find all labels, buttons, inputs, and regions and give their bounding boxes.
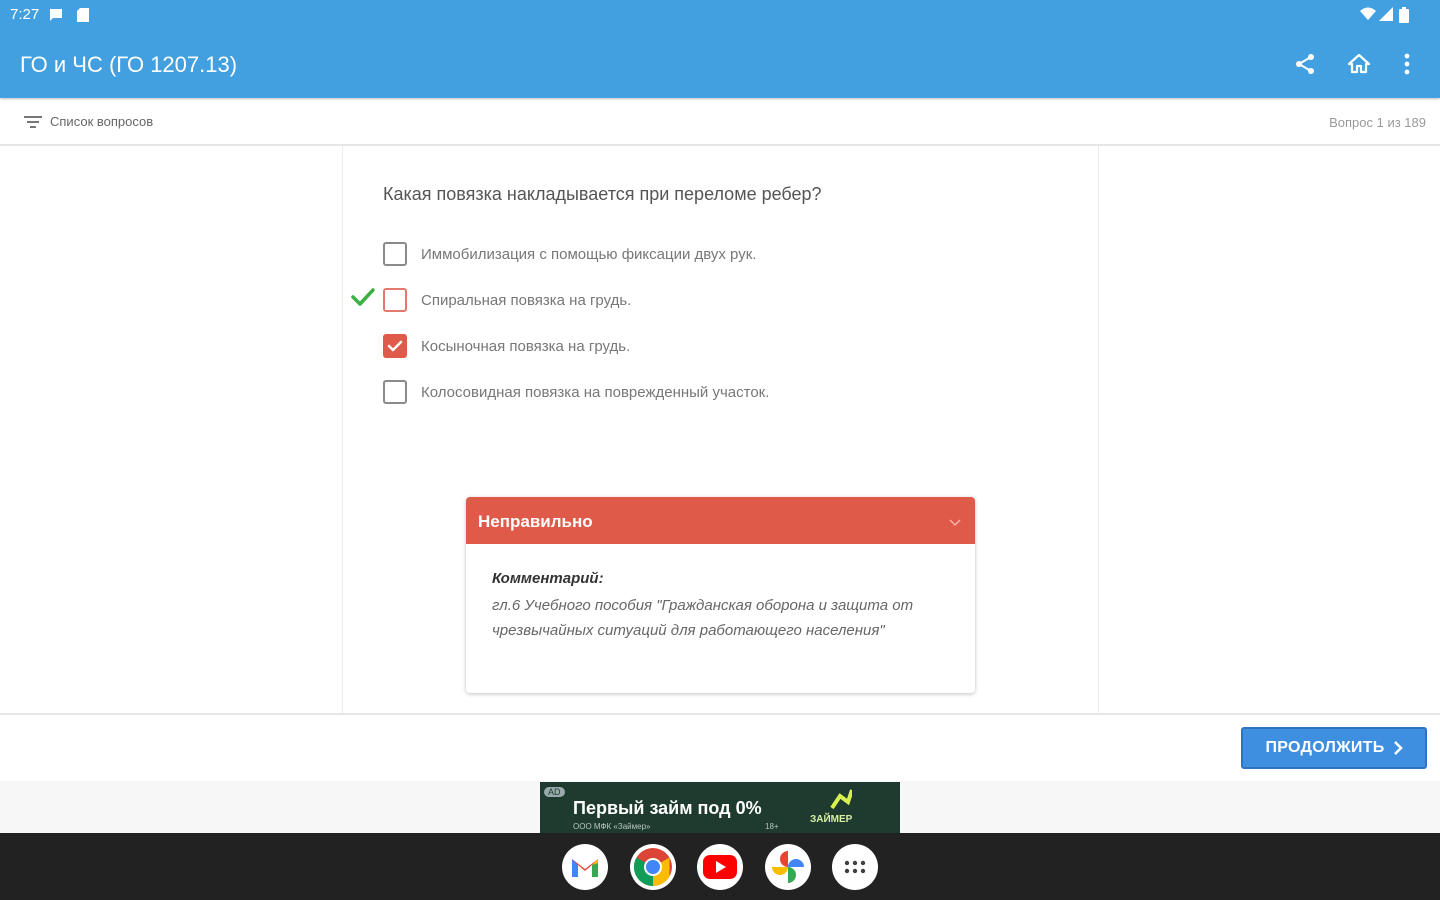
question-text: Какая повязка накладывается при переломе… xyxy=(383,184,822,204)
answer-label: Иммобилизация с помощью фиксации двух ру… xyxy=(421,245,757,263)
wifi-icon xyxy=(1360,7,1376,26)
ad-age: 18+ xyxy=(765,822,779,831)
app-title: ГО и ЧС (ГО 1207.13) xyxy=(20,52,238,77)
status-bar: 7:27 xyxy=(0,0,1440,30)
chevron-right-icon xyxy=(1393,741,1403,755)
answer-checkbox[interactable] xyxy=(383,242,407,266)
home-icon[interactable] xyxy=(1345,50,1373,78)
answer-checkbox[interactable] xyxy=(383,380,407,404)
ad-banner[interactable]: AD Первый займ под 0% ООО МФК «Займер» 1… xyxy=(540,782,900,833)
ad-logo-icon xyxy=(828,788,854,815)
youtube-icon[interactable] xyxy=(697,844,743,890)
navigation-dock xyxy=(0,833,1440,900)
gmail-icon[interactable] xyxy=(562,844,608,890)
answer-checkbox[interactable] xyxy=(383,288,407,312)
answer-label: Колосовидная повязка на поврежденный уча… xyxy=(421,383,770,401)
answer-label: Спиральная повязка на грудь. xyxy=(421,291,632,309)
answer-option[interactable]: Иммобилизация с помощью фиксации двух ру… xyxy=(383,241,756,267)
answer-option[interactable]: Спиральная повязка на грудь. xyxy=(383,287,631,313)
question-toolbar: Список вопросов Вопрос 1 из 189 xyxy=(0,100,1440,146)
comment-text: гл.6 Учебного пособия "Гражданская оборо… xyxy=(492,597,914,639)
answer-checkbox[interactable] xyxy=(383,334,407,358)
continue-button[interactable]: ПРОДОЛЖИТЬ xyxy=(1241,727,1427,769)
chrome-icon[interactable] xyxy=(630,844,676,890)
photos-icon[interactable] xyxy=(765,844,811,890)
result-header[interactable]: Неправильно xyxy=(466,497,975,544)
footer-bar: ПРОДОЛЖИТЬ xyxy=(0,713,1440,781)
question-list-label: Список вопросов xyxy=(50,114,154,129)
ad-strip: AD Первый займ под 0% ООО МФК «Займер» 1… xyxy=(0,781,1440,833)
app-bar: ГО и ЧС (ГО 1207.13) xyxy=(0,30,1440,98)
continue-label: ПРОДОЛЖИТЬ xyxy=(1265,739,1385,756)
answer-option[interactable]: Косыночная повязка на грудь. xyxy=(383,333,630,359)
ad-headline: Первый займ под 0% xyxy=(573,798,762,818)
result-title: Неправильно xyxy=(478,512,593,531)
checkmark-icon xyxy=(351,287,375,312)
comment-title: Комментарий: xyxy=(492,570,604,587)
answer-option[interactable]: Колосовидная повязка на поврежденный уча… xyxy=(383,379,769,405)
app-drawer-icon[interactable] xyxy=(832,844,878,890)
battery-icon xyxy=(1399,7,1409,28)
signal-icon xyxy=(1379,7,1393,26)
ad-brand: ЗАЙМЕР xyxy=(810,814,853,825)
ad-subtext: ООО МФК «Займер» xyxy=(573,822,651,831)
share-icon[interactable] xyxy=(1291,50,1319,78)
check-icon xyxy=(387,340,403,352)
question-counter: Вопрос 1 из 189 xyxy=(1329,115,1426,130)
more-vert-icon[interactable] xyxy=(1393,50,1421,78)
sd-card-icon xyxy=(76,7,90,28)
chevron-down-icon[interactable] xyxy=(949,514,961,532)
message-icon xyxy=(48,7,64,28)
question-list-button[interactable]: Список вопросов xyxy=(24,114,153,129)
ad-badge: AD xyxy=(544,787,565,797)
answer-label: Косыночная повязка на грудь. xyxy=(421,337,631,355)
filter-list-icon xyxy=(24,115,42,128)
status-time: 7:27 xyxy=(10,6,40,23)
result-card: Неправильно Комментарий: гл.6 Учебного п… xyxy=(466,497,975,693)
